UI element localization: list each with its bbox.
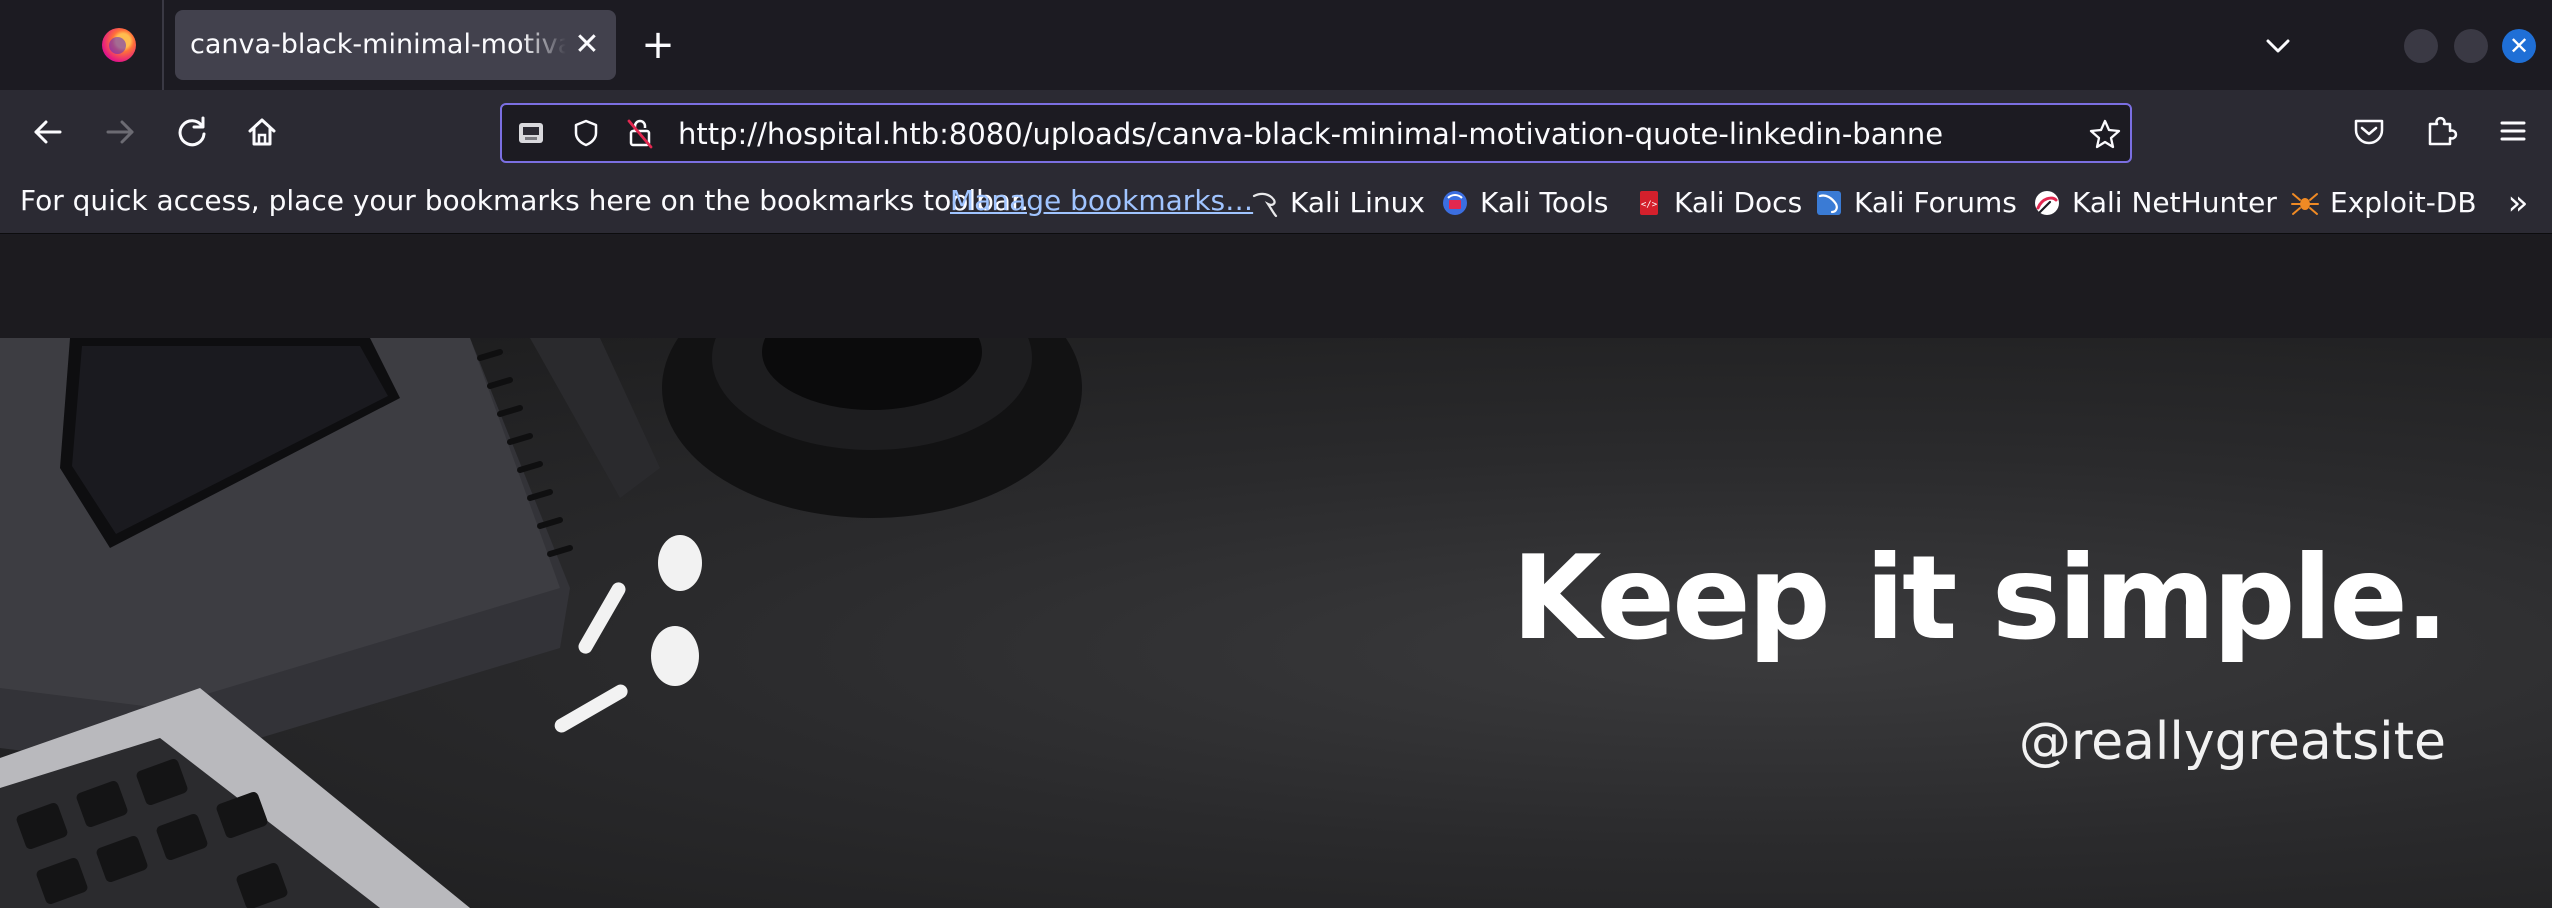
bookmark-kali-tools[interactable]: Kali Tools bbox=[1440, 182, 1608, 224]
url-bar[interactable]: http://hospital.htb:8080/uploads/canva-b… bbox=[500, 103, 2132, 163]
new-tab-button[interactable]: + bbox=[636, 25, 680, 69]
pocket-icon bbox=[2354, 119, 2384, 145]
banner-handle: @reallygreatsite bbox=[2018, 712, 2446, 772]
bookmark-label: Kali Tools bbox=[1480, 186, 1609, 219]
list-all-tabs-button[interactable] bbox=[2258, 26, 2298, 66]
url-text-container[interactable]: http://hospital.htb:8080/uploads/canva-b… bbox=[678, 105, 1942, 161]
bookmark-exploit-db[interactable]: Exploit-DB bbox=[2290, 182, 2477, 224]
tab-active[interactable]: canva-black-minimal-motivation-quote-lin… bbox=[175, 10, 616, 80]
kali-forums-icon bbox=[1817, 191, 1841, 215]
tab-strip: canva-black-minimal-motivation-quote-lin… bbox=[0, 0, 2552, 90]
tracking-protection-shield-icon[interactable] bbox=[570, 117, 602, 149]
arrow-right-icon bbox=[106, 120, 134, 144]
bookmarks-hint-text: For quick access, place your bookmarks h… bbox=[20, 184, 1029, 217]
bookmark-kali-nethunter[interactable]: Kali NetHunter bbox=[2032, 182, 2277, 224]
svg-text:</>: </> bbox=[1641, 200, 1658, 210]
back-button[interactable] bbox=[22, 106, 74, 158]
firefox-logo-icon bbox=[102, 28, 136, 62]
tab-close-button[interactable]: ✕ bbox=[568, 26, 606, 64]
bookmark-kali-linux[interactable]: Kali Linux bbox=[1250, 182, 1425, 224]
extensions-button[interactable] bbox=[2418, 108, 2464, 154]
reload-button[interactable] bbox=[166, 106, 218, 158]
window-close-button[interactable]: ✕ bbox=[2502, 29, 2536, 63]
kali-tools-icon bbox=[1443, 191, 1467, 215]
home-button[interactable] bbox=[236, 106, 288, 158]
bookmarks-overflow-chevron-icon[interactable]: » bbox=[2498, 182, 2538, 224]
page-favicon-icon bbox=[516, 118, 546, 148]
exploit-db-icon bbox=[2291, 193, 2319, 215]
kali-docs-icon: </> bbox=[1640, 191, 1658, 215]
bookmark-label: Kali Docs bbox=[1674, 186, 1803, 219]
hamburger-menu-icon bbox=[2500, 121, 2526, 141]
app-menu-button[interactable] bbox=[2490, 108, 2536, 154]
kali-nethunter-icon bbox=[2035, 191, 2059, 215]
home-icon bbox=[248, 118, 276, 146]
navigation-toolbar: http://hospital.htb:8080/uploads/canva-b… bbox=[0, 90, 2552, 174]
bookmark-star-icon[interactable] bbox=[2088, 117, 2122, 151]
banner-image: Keep it simple. @reallygreatsite bbox=[0, 338, 2552, 908]
bookmark-label: Exploit-DB bbox=[2330, 186, 2477, 219]
forward-button[interactable] bbox=[94, 106, 146, 158]
pocket-button[interactable] bbox=[2346, 108, 2392, 154]
tab-divider bbox=[162, 0, 164, 90]
window-maximize-button[interactable] bbox=[2454, 29, 2488, 63]
bookmark-label: Kali Forums bbox=[1854, 186, 2017, 219]
arrow-left-icon bbox=[34, 120, 62, 144]
puzzle-piece-icon bbox=[2428, 116, 2458, 146]
bookmark-label: Kali NetHunter bbox=[2072, 186, 2277, 219]
window-minimize-button[interactable] bbox=[2404, 29, 2438, 63]
tab-title: canva-black-minimal-motivation-quote-lin… bbox=[190, 29, 566, 60]
page-viewport: Keep it simple. @reallygreatsite bbox=[0, 235, 2552, 908]
bookmarks-toolbar: For quick access, place your bookmarks h… bbox=[0, 174, 2552, 234]
reload-icon bbox=[178, 116, 206, 147]
bookmark-label: Kali Linux bbox=[1290, 186, 1425, 219]
insecure-lock-icon[interactable] bbox=[624, 116, 656, 150]
bookmark-kali-docs[interactable]: </> Kali Docs bbox=[1634, 182, 1802, 224]
manage-bookmarks-link[interactable]: Manage bookmarks… bbox=[950, 184, 1253, 217]
banner-headline: Keep it simple. bbox=[1511, 531, 2449, 666]
url-input[interactable]: http://hospital.htb:8080/uploads/canva-b… bbox=[678, 117, 1942, 151]
chevron-down-icon bbox=[2266, 39, 2290, 53]
bookmark-kali-forums[interactable]: Kali Forums bbox=[1814, 182, 2017, 224]
kali-dragon-icon bbox=[1252, 192, 1278, 218]
